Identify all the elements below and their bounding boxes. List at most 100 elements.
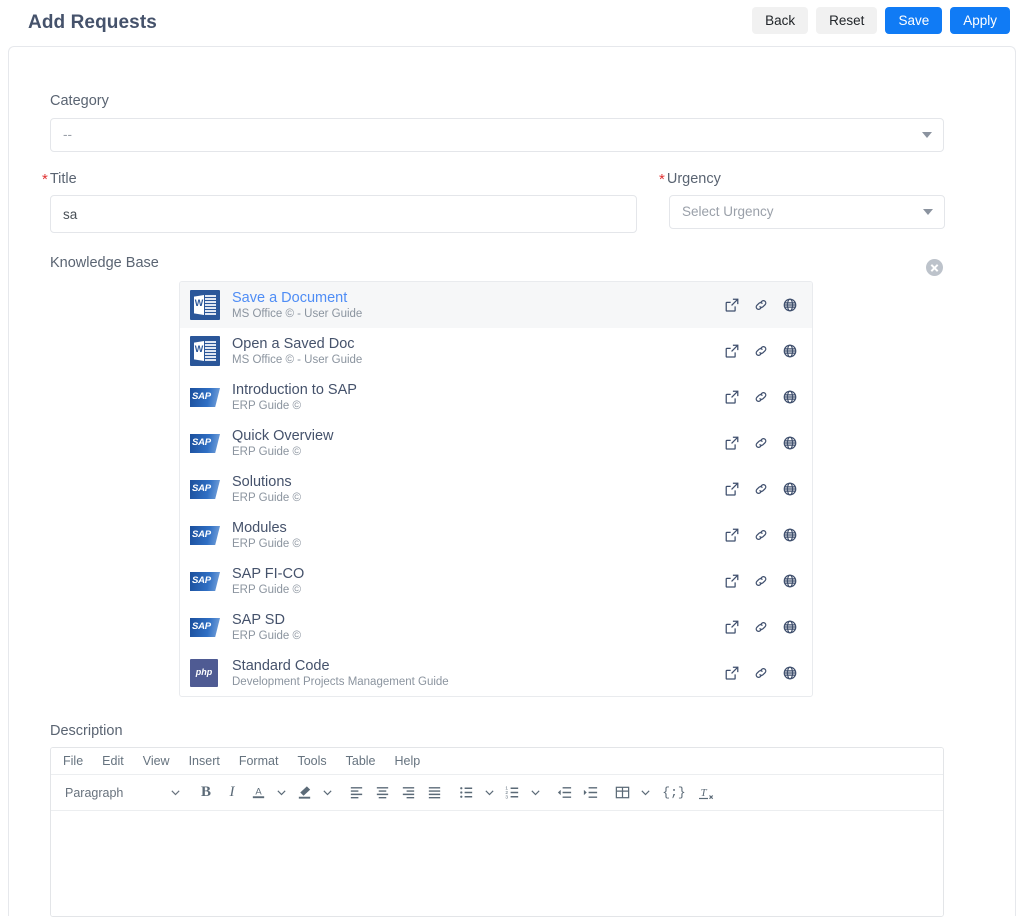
knowledge-base-item-actions xyxy=(724,665,798,681)
knowledge-base-item-actions xyxy=(724,435,798,451)
external-link-icon[interactable] xyxy=(724,527,740,543)
apply-button[interactable]: Apply xyxy=(950,7,1010,34)
link-icon[interactable] xyxy=(753,343,769,359)
knowledge-base-item[interactable]: SAP Modules ERP Guide © xyxy=(180,512,812,558)
editor-menu-view[interactable]: View xyxy=(143,748,170,775)
knowledge-base-item-actions xyxy=(724,527,798,543)
knowledge-base-item-title[interactable]: SAP SD xyxy=(232,612,724,628)
category-select[interactable]: -- xyxy=(50,118,944,152)
text-color-icon[interactable]: A xyxy=(245,780,271,806)
reset-button[interactable]: Reset xyxy=(816,7,878,34)
editor-menu-table[interactable]: Table xyxy=(346,748,376,775)
back-button[interactable]: Back xyxy=(752,7,809,34)
knowledge-base-item-title[interactable]: Introduction to SAP xyxy=(232,382,724,398)
editor-body[interactable] xyxy=(51,811,943,916)
editor-menu-tools[interactable]: Tools xyxy=(297,748,326,775)
editor-menu-file[interactable]: File xyxy=(63,748,83,775)
link-icon[interactable] xyxy=(753,435,769,451)
link-icon[interactable] xyxy=(753,665,769,681)
globe-icon[interactable] xyxy=(782,435,798,451)
knowledge-base-item[interactable]: W Open a Saved Doc MS Office © - User Guid… xyxy=(180,328,812,374)
knowledge-base-item[interactable]: SAP SAP SD ERP Guide © xyxy=(180,604,812,650)
editor-menu-format[interactable]: Format xyxy=(239,748,279,775)
knowledge-base-item-subtitle: Development Projects Management Guide xyxy=(232,675,449,688)
php-icon: php xyxy=(190,659,218,687)
knowledge-base-item[interactable]: php Standard Code Development Projects Man… xyxy=(180,650,812,696)
knowledge-base-item-title[interactable]: Solutions xyxy=(232,474,724,490)
globe-icon[interactable] xyxy=(782,389,798,405)
globe-icon[interactable] xyxy=(782,527,798,543)
align-center-icon[interactable] xyxy=(369,780,395,806)
globe-icon[interactable] xyxy=(782,297,798,313)
text-color-chevron-icon[interactable] xyxy=(271,780,291,806)
globe-icon[interactable] xyxy=(782,343,798,359)
link-icon[interactable] xyxy=(753,481,769,497)
numbered-list-chevron-icon[interactable] xyxy=(525,780,545,806)
editor-menu-help[interactable]: Help xyxy=(395,748,421,775)
bullet-list-chevron-icon[interactable] xyxy=(479,780,499,806)
align-justify-icon[interactable] xyxy=(421,780,447,806)
knowledge-base-item-title[interactable]: Modules xyxy=(232,520,724,536)
sap-icon: SAP xyxy=(190,572,220,591)
knowledge-base-item-title[interactable]: Save a Document xyxy=(232,290,724,306)
knowledge-base-item-subtitle: MS Office © - User Guide xyxy=(232,307,363,320)
globe-icon[interactable] xyxy=(782,573,798,589)
block-format-dropdown[interactable]: Paragraph xyxy=(61,780,187,806)
title-label: * Title xyxy=(42,171,77,188)
save-button[interactable]: Save xyxy=(885,7,943,34)
table-chevron-icon[interactable] xyxy=(635,780,655,806)
link-icon[interactable] xyxy=(753,573,769,589)
external-link-icon[interactable] xyxy=(724,389,740,405)
italic-icon[interactable]: I xyxy=(219,780,245,806)
external-link-icon[interactable] xyxy=(724,297,740,313)
indent-icon[interactable] xyxy=(577,780,603,806)
link-icon[interactable] xyxy=(753,527,769,543)
knowledge-base-item-title[interactable]: SAP FI-CO xyxy=(232,566,724,582)
external-link-icon[interactable] xyxy=(724,435,740,451)
table-icon[interactable] xyxy=(609,780,635,806)
knowledge-base-item-title[interactable]: Open a Saved Doc xyxy=(232,336,724,352)
knowledge-base-item-icon: SAP xyxy=(190,612,220,642)
outdent-icon[interactable] xyxy=(551,780,577,806)
knowledge-base-item[interactable]: W Save a Document MS Office © - User Guide xyxy=(180,282,812,328)
link-icon[interactable] xyxy=(753,297,769,313)
external-link-icon[interactable] xyxy=(724,343,740,359)
link-icon[interactable] xyxy=(753,619,769,635)
external-link-icon[interactable] xyxy=(724,619,740,635)
knowledge-base-item-subtitle: ERP Guide © xyxy=(232,445,301,458)
urgency-select[interactable]: Select Urgency xyxy=(669,195,945,229)
highlight-color-icon[interactable] xyxy=(291,780,317,806)
link-icon[interactable] xyxy=(753,389,769,405)
align-right-icon[interactable] xyxy=(395,780,421,806)
bullet-list-icon[interactable] xyxy=(453,780,479,806)
knowledge-base-item[interactable]: SAP SAP FI-CO ERP Guide © xyxy=(180,558,812,604)
editor-menu-edit[interactable]: Edit xyxy=(102,748,124,775)
globe-icon[interactable] xyxy=(782,619,798,635)
knowledge-base-item-title[interactable]: Quick Overview xyxy=(232,428,724,444)
knowledge-base-item[interactable]: SAP Quick Overview ERP Guide © xyxy=(180,420,812,466)
knowledge-base-label: Knowledge Base xyxy=(50,255,159,271)
highlight-color-chevron-icon[interactable] xyxy=(317,780,337,806)
knowledge-base-item-icon: SAP xyxy=(190,382,220,412)
knowledge-base-item-subtitle: ERP Guide © xyxy=(232,399,301,412)
title-input[interactable] xyxy=(50,195,637,233)
knowledge-base-item-actions xyxy=(724,389,798,405)
globe-icon[interactable] xyxy=(782,665,798,681)
source-code-icon[interactable]: {;} xyxy=(661,780,687,806)
align-left-icon[interactable] xyxy=(343,780,369,806)
header-actions: Back Reset Save Apply xyxy=(752,7,1010,34)
bold-icon[interactable]: B xyxy=(193,780,219,806)
knowledge-base-item[interactable]: SAP Solutions ERP Guide © xyxy=(180,466,812,512)
clear-formatting-icon[interactable]: T xyxy=(693,780,719,806)
close-circle-icon[interactable] xyxy=(926,259,943,276)
external-link-icon[interactable] xyxy=(724,481,740,497)
external-link-icon[interactable] xyxy=(724,573,740,589)
globe-icon[interactable] xyxy=(782,481,798,497)
knowledge-base-item-actions xyxy=(724,573,798,589)
editor-menu-insert[interactable]: Insert xyxy=(189,748,220,775)
knowledge-base-item-title[interactable]: Standard Code xyxy=(232,658,724,674)
numbered-list-icon[interactable]: 123 xyxy=(499,780,525,806)
knowledge-base-item[interactable]: SAP Introduction to SAP ERP Guide © xyxy=(180,374,812,420)
chevron-down-icon xyxy=(922,132,932,138)
external-link-icon[interactable] xyxy=(724,665,740,681)
